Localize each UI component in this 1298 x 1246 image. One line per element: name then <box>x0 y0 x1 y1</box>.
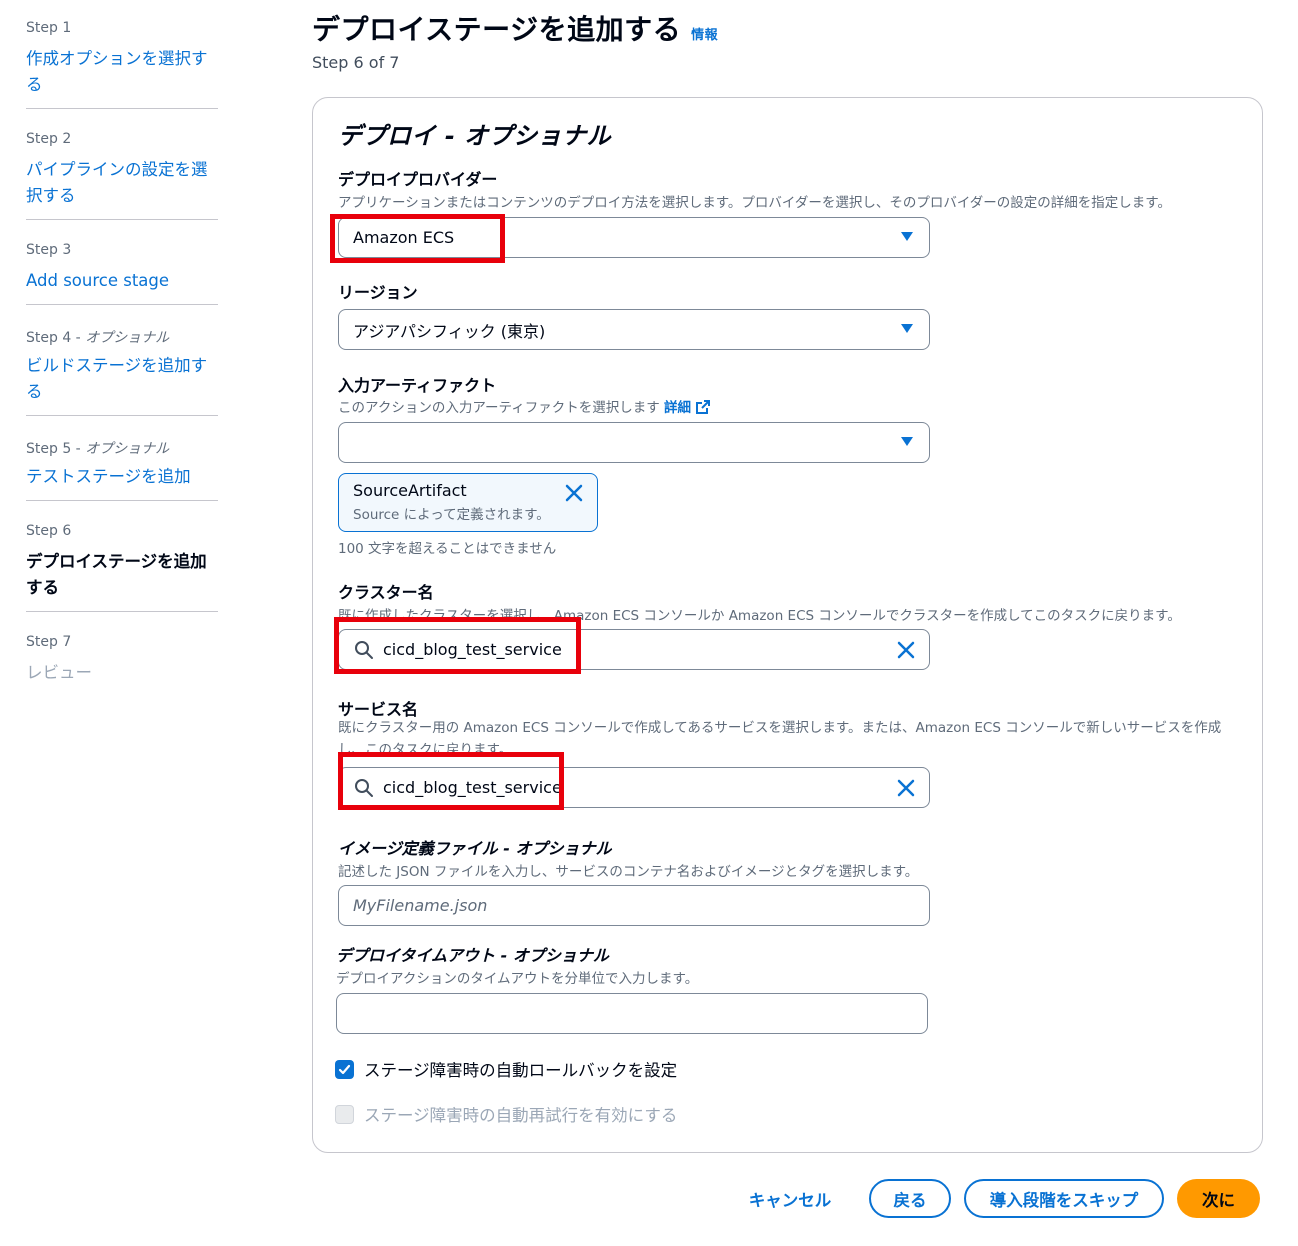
artifact-link-text: 詳細 <box>664 400 692 416</box>
step-4: Step 4 - オプショナル ビルドステージを追加する <box>26 327 218 416</box>
image-def-input[interactable]: MyFilename.json <box>338 885 930 926</box>
step-7-link-disabled: レビュー <box>26 663 92 682</box>
step-4-link[interactable]: ビルドステージを追加する <box>26 353 212 405</box>
wizard-steps-nav: Step 1 作成オプションを選択する Step 2 パイプラインの設定を選択す… <box>26 0 218 696</box>
check-icon <box>338 1064 351 1074</box>
caret-down-icon <box>901 437 913 446</box>
step-6-link-current: デプロイステージを追加する <box>26 552 207 597</box>
info-link[interactable]: 情報 <box>691 24 718 43</box>
service-value: cicd_blog_test_service <box>383 778 562 797</box>
step-4-label: Step 4 - オプショナル <box>26 327 218 346</box>
step-5-optional: オプショナル <box>85 441 170 457</box>
deploy-panel: デプロイ - オプショナル デプロイプロバイダー アプリケーションまたはコンテン… <box>312 97 1263 1153</box>
search-icon <box>355 640 373 659</box>
cluster-search-input[interactable]: cicd_blog_test_service <box>338 629 930 670</box>
artifact-token: SourceArtifact Source によって定義されます。 <box>338 473 598 532</box>
service-search-input[interactable]: cicd_blog_test_service <box>338 767 930 808</box>
cluster-desc: 既に作成したクラスターを選択し、Amazon ECS コンソールか Amazon… <box>338 608 1181 624</box>
artifact-select[interactable] <box>338 422 930 463</box>
step-1-link[interactable]: 作成オプションを選択する <box>26 46 212 98</box>
back-button[interactable]: 戻る <box>869 1179 951 1218</box>
clear-icon[interactable] <box>895 639 917 661</box>
step-5: Step 5 - オプショナル テストステージを追加 <box>26 438 218 501</box>
provider-desc: アプリケーションまたはコンテンツのデプロイ方法を選択します。プロバイダーを選択し… <box>338 195 1171 211</box>
step-counter: Step 6 of 7 <box>312 53 400 72</box>
step-4-optional: オプショナル <box>85 330 170 346</box>
step-3-label: Step 3 <box>26 242 72 258</box>
retry-checkbox <box>335 1104 354 1124</box>
retry-checkbox-row: ステージ障害時の自動再試行を有効にする <box>335 1102 677 1126</box>
caret-down-icon <box>901 232 913 241</box>
token-desc: Source によって定義されます。 <box>353 507 550 523</box>
timeout-desc: デプロイアクションのタイムアウトを分単位で入力します。 <box>336 971 699 987</box>
cancel-button[interactable]: キャンセル <box>740 1179 840 1218</box>
retry-label: ステージ障害時の自動再試行を有効にする <box>364 1106 678 1125</box>
caret-down-icon <box>901 324 913 333</box>
next-button[interactable]: 次に <box>1177 1179 1260 1218</box>
remove-token-icon[interactable] <box>563 482 585 504</box>
region-value: アジアパシフィック (東京) <box>353 321 546 341</box>
step-2-label: Step 2 <box>26 131 72 147</box>
region-label: リージョン <box>338 283 418 302</box>
image-def-label: イメージ定義ファイル - オプショナル <box>338 839 612 858</box>
rollback-checkbox[interactable] <box>335 1059 354 1079</box>
artifact-hint: 100 文字を超えることはできません <box>338 541 557 557</box>
image-def-desc: 記述した JSON ファイルを入力し、サービスのコンテナ名およびイメージとタグを… <box>338 864 919 880</box>
cluster-label: クラスター名 <box>338 583 434 602</box>
step-6: Step 6 デプロイステージを追加する <box>26 523 218 612</box>
step-5-label: Step 5 - オプショナル <box>26 438 218 457</box>
timeout-input[interactable] <box>336 993 928 1034</box>
artifact-desc-text: このアクションの入力アーティファクトを選択します <box>338 400 660 416</box>
step-3-link[interactable]: Add source stage <box>26 268 218 294</box>
step-2: Step 2 パイプラインの設定を選択する <box>26 131 218 220</box>
page-title-text: デプロイステージを追加する <box>312 13 682 46</box>
step-2-link[interactable]: パイプラインの設定を選択する <box>26 157 212 209</box>
step-1: Step 1 作成オプションを選択する <box>26 20 218 109</box>
search-icon <box>355 778 373 797</box>
provider-select[interactable]: Amazon ECS <box>338 217 930 258</box>
cluster-value: cicd_blog_test_service <box>383 640 562 659</box>
timeout-label: デプロイタイムアウト - オプショナル <box>336 946 609 965</box>
step-5-number: Step 5 - <box>26 441 86 457</box>
step-4-number: Step 4 - <box>26 330 86 346</box>
step-5-link[interactable]: テストステージを追加 <box>26 464 218 490</box>
rollback-checkbox-row[interactable]: ステージ障害時の自動ロールバックを設定 <box>335 1057 677 1081</box>
page-title: デプロイステージを追加する 情報 <box>312 8 718 48</box>
step-1-label: Step 1 <box>26 20 72 36</box>
rollback-label: ステージ障害時の自動ロールバックを設定 <box>364 1061 678 1080</box>
clear-icon[interactable] <box>895 777 917 799</box>
service-desc: 既にクラスター用の Amazon ECS コンソールで作成してあるサービスを選択… <box>338 720 1222 758</box>
step-6-label: Step 6 <box>26 523 72 539</box>
image-def-placeholder: MyFilename.json <box>353 896 488 915</box>
artifact-learn-more-link[interactable]: 詳細 <box>664 400 710 416</box>
provider-label: デプロイプロバイダー <box>338 170 498 189</box>
step-7: Step 7 レビュー <box>26 634 218 686</box>
external-link-icon <box>695 400 710 414</box>
token-name: SourceArtifact <box>353 481 467 500</box>
skip-stage-button[interactable]: 導入段階をスキップ <box>964 1179 1164 1218</box>
provider-value: Amazon ECS <box>353 228 455 247</box>
step-3: Step 3 Add source stage <box>26 242 218 305</box>
artifact-desc: このアクションの入力アーティファクトを選択します 詳細 <box>338 396 710 416</box>
artifact-label: 入力アーティファクト <box>338 376 497 395</box>
step-7-label: Step 7 <box>26 634 72 650</box>
region-select[interactable]: アジアパシフィック (東京) <box>338 309 930 350</box>
panel-title: デプロイ - オプショナル <box>338 122 612 150</box>
